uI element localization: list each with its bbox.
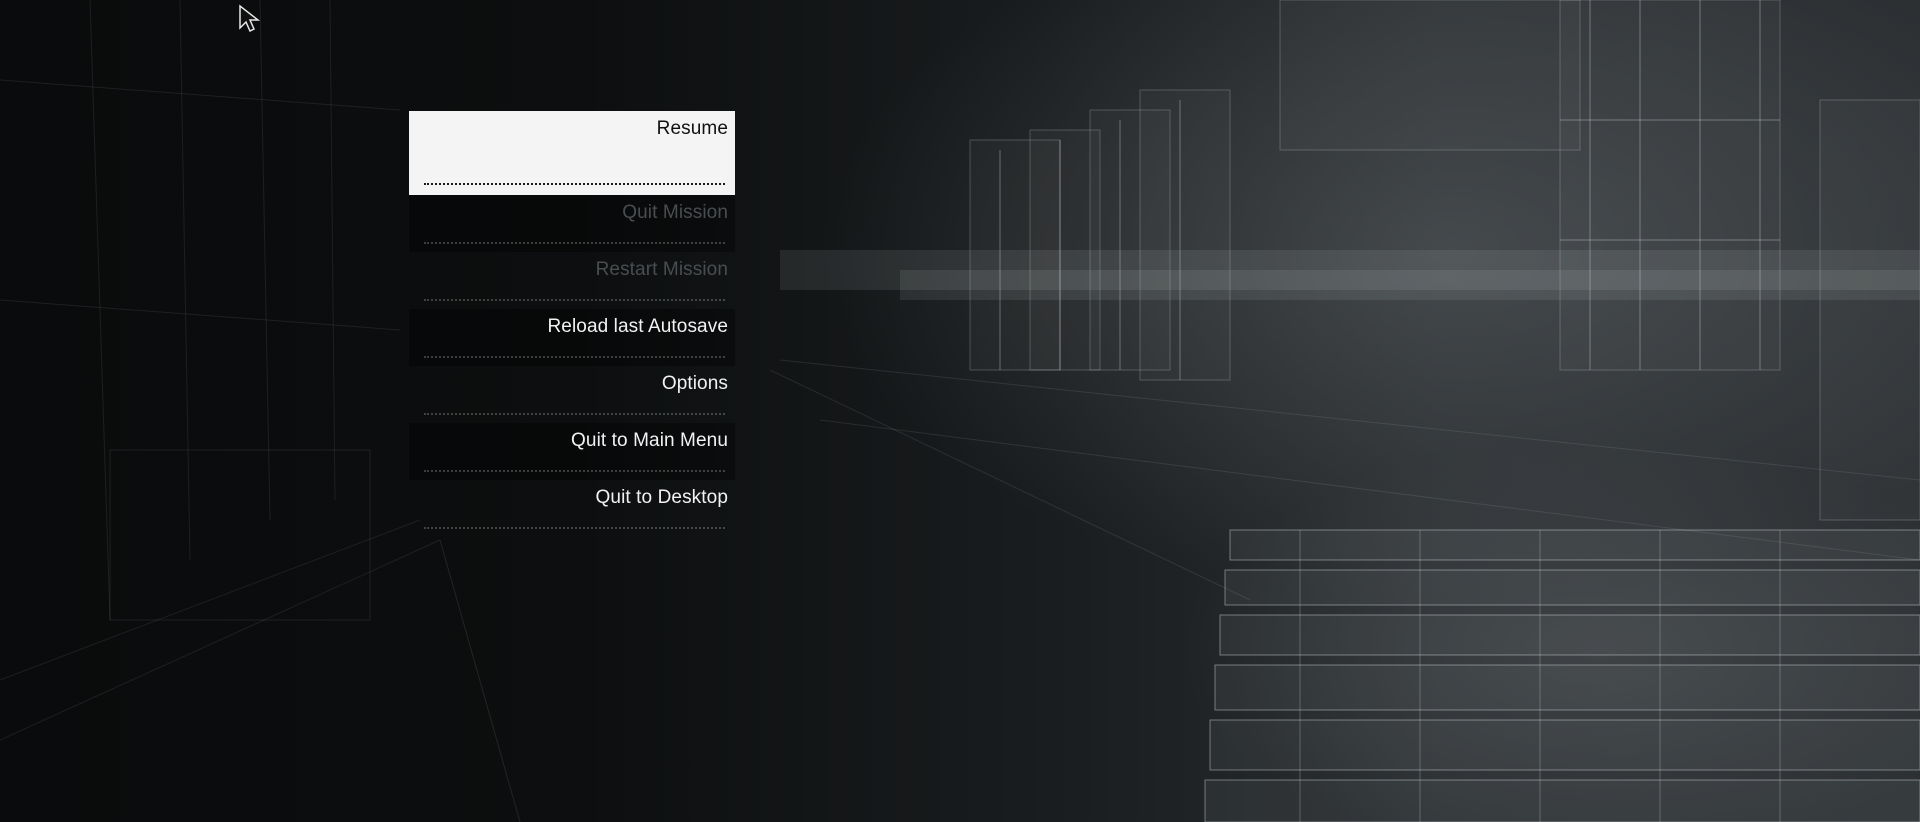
quit-to-desktop-label: Quit to Desktop (595, 487, 728, 508)
reload-autosave-label: Reload last Autosave (547, 316, 728, 337)
menu-divider (424, 527, 725, 529)
restart-mission-label: Restart Mission (595, 259, 728, 280)
game-background-scene (0, 0, 1920, 822)
options-button[interactable]: Options (409, 366, 735, 423)
quit-to-desktop-button[interactable]: Quit to Desktop (409, 480, 735, 537)
quit-to-main-menu-label: Quit to Main Menu (571, 430, 728, 451)
menu-divider (424, 413, 725, 415)
menu-divider (424, 356, 725, 358)
menu-divider (424, 470, 725, 472)
restart-mission-button[interactable]: Restart Mission (409, 252, 735, 309)
quit-mission-button[interactable]: Quit Mission (409, 195, 735, 252)
options-label: Options (661, 373, 728, 394)
menu-divider (424, 299, 725, 301)
resume-label: Resume (656, 118, 728, 139)
quit-to-main-menu-button[interactable]: Quit to Main Menu (409, 423, 735, 480)
reload-autosave-button[interactable]: Reload last Autosave (409, 309, 735, 366)
mouse-pointer-icon (239, 4, 260, 32)
menu-divider (424, 242, 725, 244)
pause-menu: Resume Quit Mission Restart Mission Relo… (409, 111, 735, 537)
resume-button[interactable]: Resume (409, 111, 735, 195)
quit-mission-label: Quit Mission (622, 202, 728, 223)
wireframe-street-scene (0, 0, 1920, 822)
menu-divider (424, 183, 725, 185)
